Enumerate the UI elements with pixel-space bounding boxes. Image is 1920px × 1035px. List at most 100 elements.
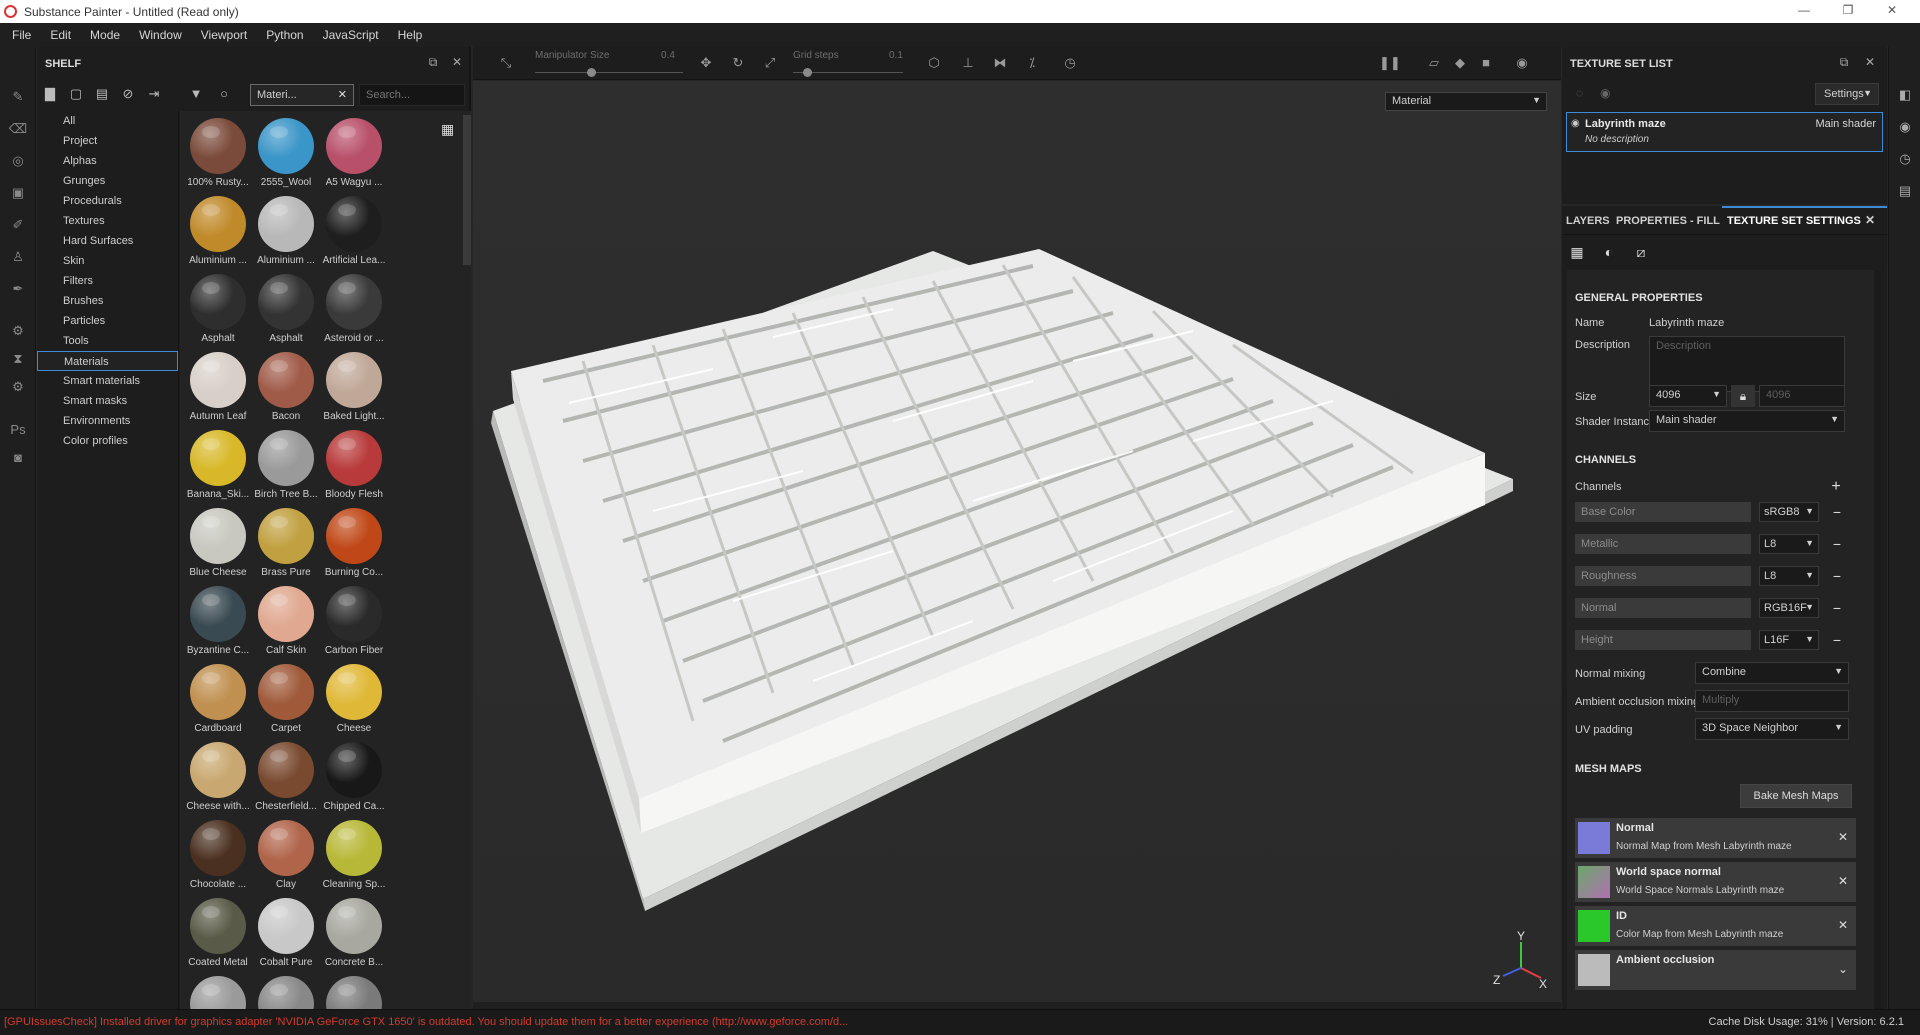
shelf-category-smart-masks[interactable]: Smart masks <box>37 391 178 411</box>
new-folder-icon[interactable]: ▢ <box>67 86 85 104</box>
material-item[interactable]: Artificial Lea... <box>320 194 388 272</box>
remove-channel-icon[interactable]: − <box>1831 537 1843 551</box>
shelf-category-skin[interactable]: Skin <box>37 251 178 271</box>
menu-help[interactable]: Help <box>392 28 436 42</box>
shelf-scrollbar[interactable] <box>463 115 471 265</box>
close-icon[interactable]: ✕ <box>1838 874 1848 888</box>
channel-normal[interactable]: Normal <box>1575 598 1751 618</box>
material-item[interactable]: Blue Cheese <box>184 506 252 584</box>
settings-gear-icon[interactable]: ⚙ <box>8 321 28 341</box>
scale-icon[interactable]: ⤢ <box>761 55 779 73</box>
material-item[interactable]: 100% Rusty... <box>184 116 252 194</box>
name-value[interactable]: Labyrinth maze <box>1649 317 1724 329</box>
shelf-category-materials[interactable]: Materials <box>37 351 178 371</box>
mesh-map-id[interactable]: ID Color Map from Mesh Labyrinth maze ✕ <box>1575 906 1856 946</box>
mesh-map-normal[interactable]: Normal Normal Map from Mesh Labyrinth ma… <box>1575 818 1856 858</box>
material-item[interactable]: Cardboard <box>184 662 252 740</box>
color-picker-icon[interactable]: ✒ <box>8 279 28 299</box>
material-item[interactable] <box>252 974 320 1009</box>
material-item[interactable]: Aluminium ... <box>184 194 252 272</box>
material-item[interactable]: Carpet <box>252 662 320 740</box>
minimize-button[interactable]: — <box>1784 3 1824 19</box>
material-item[interactable]: Clay <box>252 818 320 896</box>
photoshop-export-icon[interactable]: Ps <box>8 419 28 439</box>
tab-texture-set-settings[interactable]: TEXTURE SET SETTINGS <box>1727 215 1861 227</box>
channel-format-select[interactable]: sRGB8 ▼ <box>1759 502 1819 522</box>
maximize-button[interactable]: ❐ <box>1828 3 1868 19</box>
close-window-button[interactable]: ✕ <box>1872 3 1912 19</box>
shelf-category-brushes[interactable]: Brushes <box>37 291 178 311</box>
material-item[interactable]: Bacon <box>252 350 320 428</box>
move-icon[interactable]: ✥ <box>697 55 715 73</box>
mesh-map-world-space-normal[interactable]: World space normal World Space Normals L… <box>1575 862 1856 902</box>
close-icon[interactable]: ✕ <box>1865 213 1875 227</box>
menu-edit[interactable]: Edit <box>44 28 84 42</box>
material-item[interactable]: Cobalt Pure <box>252 896 320 974</box>
clear-filter-icon[interactable]: ✕ <box>338 88 347 101</box>
material-item[interactable]: Brass Pure <box>252 506 320 584</box>
close-icon[interactable]: ✕ <box>1838 830 1848 844</box>
channel-height[interactable]: Height <box>1575 630 1751 650</box>
folder-icon[interactable]: ▇ <box>41 86 59 104</box>
symmetry-icon[interactable]: ⁒ <box>1023 55 1041 73</box>
remove-channel-icon[interactable]: − <box>1831 601 1843 615</box>
material-item[interactable]: Cleaning Sp... <box>320 818 388 896</box>
rotate-icon[interactable]: ↻ <box>729 55 747 73</box>
viewport-scrollbar[interactable] <box>473 1002 1561 1009</box>
lock-icon[interactable]: 🔒︎ <box>1731 385 1755 407</box>
material-item[interactable]: Baked Light... <box>320 350 388 428</box>
camera-icon[interactable]: ■ <box>1477 55 1495 73</box>
bake-mesh-maps-button[interactable]: Bake Mesh Maps <box>1740 784 1852 808</box>
hide-icon[interactable]: ⊘ <box>119 86 137 104</box>
menu-file[interactable]: File <box>6 28 44 42</box>
channel-metallic[interactable]: Metallic <box>1575 534 1751 554</box>
chevron-down-icon[interactable]: ⌄ <box>1838 962 1848 976</box>
transform-icon[interactable]: ⤡ <box>497 55 515 73</box>
close-icon[interactable]: ✕ <box>449 55 465 71</box>
history-icon[interactable]: ◷ <box>1061 55 1079 73</box>
remove-channel-icon[interactable]: − <box>1831 633 1843 647</box>
menu-viewport[interactable]: Viewport <box>195 28 260 42</box>
close-icon[interactable]: ✕ <box>1862 55 1878 71</box>
description-field[interactable]: Description <box>1649 336 1845 392</box>
menu-python[interactable]: Python <box>260 28 316 42</box>
screenshot-camera-icon[interactable]: ◉ <box>1513 55 1531 73</box>
texture-set-icon[interactable]: ▦ <box>1568 244 1586 262</box>
manipulator-size-track[interactable] <box>535 72 683 73</box>
material-icon[interactable]: ◐ <box>1600 244 1618 262</box>
refresh-icon[interactable]: ○ <box>215 86 233 104</box>
uv-icon[interactable]: ⧄ <box>1632 244 1650 262</box>
mirror-icon[interactable]: ⧓ <box>991 55 1009 73</box>
settings-dropdown[interactable]: Settings ▼ <box>1815 83 1879 105</box>
import-icon[interactable]: ⇥ <box>145 86 163 104</box>
list-icon[interactable]: ▤ <box>93 86 111 104</box>
viewport-mode-select[interactable]: Material ▼ <box>1385 92 1547 111</box>
geometry-mask-icon[interactable]: ▣ <box>8 183 28 203</box>
shelf-category-project[interactable]: Project <box>37 131 178 151</box>
shader-settings-icon[interactable]: ⚙ <box>8 377 28 397</box>
tab-layers[interactable]: LAYERS <box>1566 215 1610 227</box>
menu-mode[interactable]: Mode <box>84 28 133 42</box>
texture-set-list-icon[interactable]: ◧ <box>1896 87 1914 105</box>
shelf-search-input[interactable] <box>359 84 465 106</box>
shelf-category-smart-materials[interactable]: Smart materials <box>37 371 178 391</box>
remove-channel-icon[interactable]: − <box>1831 569 1843 583</box>
material-item[interactable]: Coated Metal <box>184 896 252 974</box>
material-item[interactable]: Autumn Leaf <box>184 350 252 428</box>
show-all-icon[interactable]: ◉ <box>1600 86 1610 100</box>
normal-mixing-select[interactable]: Combine ▼ <box>1695 662 1849 684</box>
material-item[interactable]: Banana_Ski... <box>184 428 252 506</box>
tab-properties-fill[interactable]: PROPERTIES - FILL <box>1616 215 1720 227</box>
texture-set-item[interactable]: ◉ Labyrinth maze Main shader No descript… <box>1566 112 1883 152</box>
shelf-category-tools[interactable]: Tools <box>37 331 178 351</box>
cube-icon[interactable]: ⬡ <box>925 55 943 73</box>
material-item[interactable]: Concrete B... <box>320 896 388 974</box>
grid-steps-knob[interactable] <box>803 68 812 77</box>
material-item[interactable]: Byzantine C... <box>184 584 252 662</box>
menu-javascript[interactable]: JavaScript <box>317 28 392 42</box>
material-item[interactable]: Burning Co... <box>320 506 388 584</box>
shader-instance-select[interactable]: Main shader ▼ <box>1649 410 1845 432</box>
material-item[interactable]: Carbon Fiber <box>320 584 388 662</box>
material-item[interactable] <box>184 974 252 1009</box>
align-icon[interactable]: ⊥ <box>959 55 977 73</box>
